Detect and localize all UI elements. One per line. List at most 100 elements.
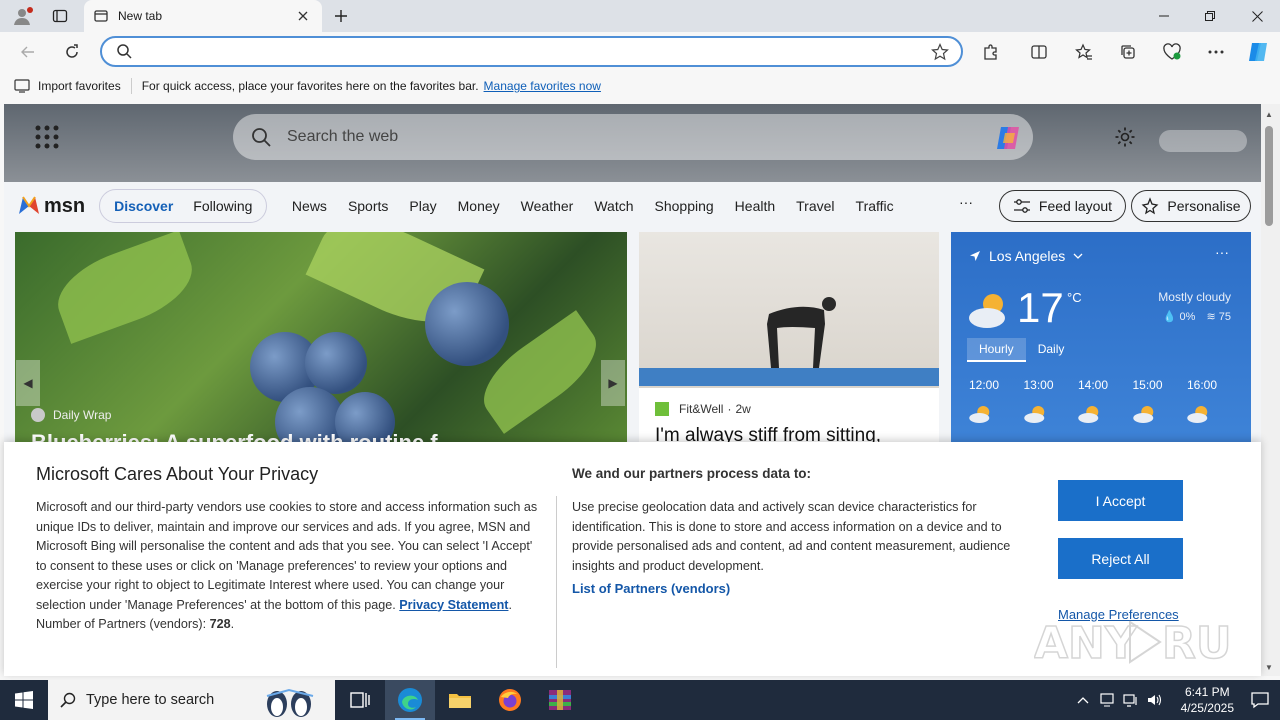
nav-watch[interactable]: Watch (584, 198, 644, 214)
volume-icon[interactable] (1143, 693, 1167, 707)
favorites-button[interactable] (1068, 38, 1100, 66)
penguins-illustration-icon (266, 688, 314, 717)
page-scrollbar[interactable]: ▲ ▼ (1261, 104, 1280, 676)
category-nav: News Sports Play Money Weather Watch Sho… (281, 198, 904, 214)
browser-essentials-button[interactable] (1156, 38, 1188, 66)
process-title: We and our partners process data to: (572, 466, 812, 481)
nav-travel[interactable]: Travel (786, 198, 845, 214)
taskbar-file-explorer[interactable] (435, 680, 485, 720)
profile-button[interactable] (8, 4, 36, 28)
source-icon (31, 408, 45, 422)
search-icon (252, 128, 271, 147)
personalise-button[interactable]: Personalise (1131, 190, 1251, 222)
nav-traffic[interactable]: Traffic (845, 198, 904, 214)
firefox-icon (499, 689, 521, 711)
story-card[interactable]: Fit&Well · 2w I'm always stiff from sitt… (639, 232, 939, 452)
temperature: 17 (1017, 284, 1064, 331)
weather-card[interactable]: Los Angeles ··· 17 °C Mostly cloudy 💧 0%… (951, 232, 1251, 452)
task-view-button[interactable] (335, 680, 385, 720)
nav-weather[interactable]: Weather (510, 198, 584, 214)
task-view-icon (350, 692, 370, 708)
address-bar[interactable] (100, 36, 963, 67)
chevron-up-icon[interactable] (1071, 696, 1095, 704)
tab-discover[interactable]: Discover (104, 198, 183, 214)
tab-daily[interactable]: Daily (1026, 338, 1077, 362)
system-clock[interactable]: 6:41 PM 4/25/2025 (1181, 684, 1234, 716)
privacy-statement-link[interactable]: Privacy Statement (399, 598, 508, 612)
taskbar-winrar[interactable] (535, 680, 585, 720)
feed-toggle: Discover Following (99, 189, 268, 223)
heartbeat-icon (1163, 43, 1181, 60)
start-button[interactable] (0, 680, 48, 720)
split-screen-button[interactable] (1023, 38, 1055, 66)
settings-gear-icon[interactable] (1114, 126, 1136, 148)
leaf-shape (47, 232, 203, 344)
accept-button[interactable]: I Accept (1058, 480, 1183, 521)
network-icon[interactable] (1119, 693, 1143, 707)
msn-logo[interactable]: msn (16, 194, 85, 218)
taskbar-edge[interactable] (385, 680, 435, 720)
tab-hourly[interactable]: Hourly (967, 338, 1026, 362)
manage-preferences-link[interactable]: Manage Preferences (1058, 607, 1179, 622)
browser-toolbar (0, 32, 1280, 72)
sliders-icon (1013, 199, 1030, 213)
minimize-icon (1159, 15, 1169, 17)
person-figure (767, 297, 836, 368)
collections-button[interactable] (1112, 38, 1144, 66)
copilot-icon[interactable] (993, 123, 1023, 153)
taskbar-search-box[interactable]: Type here to search (48, 680, 335, 720)
sign-in-button[interactable] (1159, 130, 1247, 152)
raindrop-icon: 💧 (1162, 311, 1177, 323)
new-tab-button[interactable] (328, 4, 354, 28)
extensions-button[interactable] (975, 38, 1007, 66)
manage-favorites-link[interactable]: Manage favorites now (484, 79, 601, 93)
nav-health[interactable]: Health (724, 198, 785, 214)
story-source: Fit&Well · 2w (655, 402, 751, 416)
tab-actions-button[interactable] (46, 4, 74, 28)
carousel-prev-button[interactable]: ◀ (16, 360, 40, 406)
carousel-next-button[interactable]: ▶ (601, 360, 625, 406)
reject-all-button[interactable]: Reject All (1058, 538, 1183, 579)
nav-shopping[interactable]: Shopping (644, 198, 724, 214)
copilot-button[interactable] (1242, 38, 1274, 66)
app-launcher-icon[interactable] (34, 124, 60, 150)
close-window-button[interactable] (1234, 0, 1280, 32)
back-button[interactable] (14, 38, 42, 66)
refresh-button[interactable] (58, 38, 86, 66)
folder-icon (449, 694, 471, 708)
nav-sports[interactable]: Sports (337, 198, 398, 214)
settings-more-button[interactable] (1200, 38, 1232, 66)
partners-list-link[interactable]: List of Partners (vendors) (572, 581, 730, 596)
weather-more-button[interactable]: ··· (1215, 244, 1229, 260)
search-icon (60, 692, 76, 708)
scroll-down-icon[interactable]: ▼ (1265, 663, 1273, 672)
partly-cloudy-icon (1078, 406, 1099, 423)
tab-following[interactable]: Following (183, 198, 262, 214)
source-name: Daily Wrap (53, 408, 112, 422)
action-center-button[interactable] (1248, 688, 1272, 712)
humidity-icon: ≋ (1206, 311, 1216, 323)
featured-story-card[interactable]: Daily Wrap Blueberries: A superfood with… (15, 232, 627, 452)
web-search-box[interactable]: Search the web (233, 114, 1033, 160)
nav-play[interactable]: Play (399, 198, 447, 214)
close-tab-button[interactable] (294, 7, 312, 25)
minimize-button[interactable] (1141, 0, 1187, 32)
taskbar-firefox[interactable] (485, 680, 535, 720)
more-categories-button[interactable]: ··· (959, 194, 973, 210)
nav-money[interactable]: Money (447, 198, 510, 214)
weather-location[interactable]: Los Angeles (969, 248, 1083, 264)
scroll-thumb[interactable] (1265, 126, 1273, 226)
search-icon (117, 44, 132, 59)
source-name: Fit&Well (679, 402, 724, 416)
split-screen-icon (1031, 45, 1047, 59)
restore-button[interactable] (1187, 0, 1233, 32)
feed-layout-button[interactable]: Feed layout (999, 190, 1126, 222)
device-icon[interactable] (1095, 693, 1119, 707)
tab-new-tab[interactable]: New tab (84, 0, 322, 32)
favorite-star-icon[interactable] (931, 43, 949, 61)
nav-news[interactable]: News (281, 198, 337, 214)
temperature-unit[interactable]: °C (1067, 290, 1082, 305)
hourly-times: 12:00 13:00 14:00 15:00 16:00 (969, 378, 1242, 392)
import-favorites-button[interactable]: Import favorites (14, 79, 121, 93)
scroll-up-icon[interactable]: ▲ (1265, 110, 1273, 119)
